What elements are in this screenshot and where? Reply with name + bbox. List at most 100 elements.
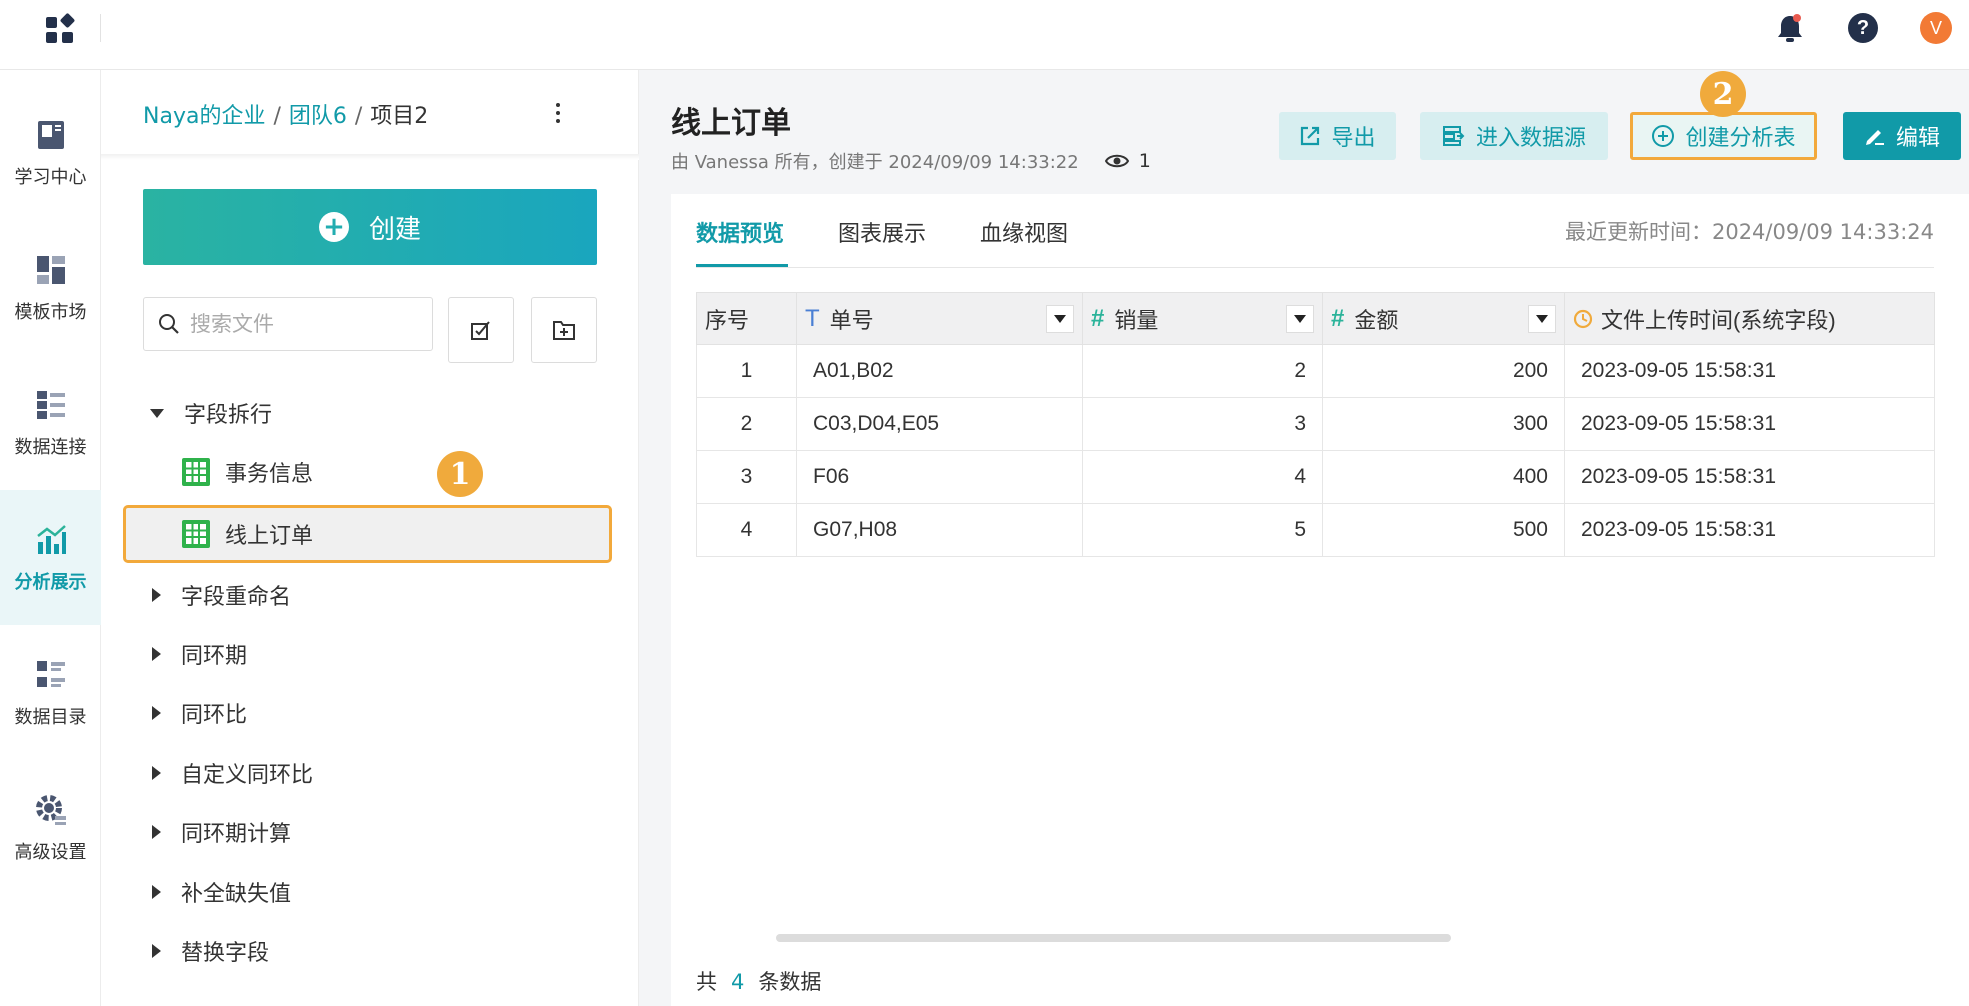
table-row: 1 A01,B02 2 200 2023-09-05 15:58:31 [696,344,1935,398]
user-avatar[interactable]: V [1919,11,1953,45]
enter-datasource-button[interactable]: 进入数据源 [1420,112,1608,160]
folder-label: 同环比 [181,703,248,728]
cell-order-no: C03,D04,E05 [796,397,1083,451]
cell-order-no: G07,H08 [796,503,1083,557]
table-row: 4 G07,H08 5 500 2023-09-05 15:58:31 [696,503,1935,557]
folder-field-rename[interactable]: 字段重命名 [143,575,291,615]
column-header-order-no: T 单号 [796,292,1083,345]
help-icon[interactable]: ? [1846,11,1880,45]
folder-add-icon [553,321,575,340]
last-update-time: 最近更新时间：2024/09/09 14:33:24 [1564,220,1934,244]
header-label: 序号 [705,307,750,333]
export-icon [1299,125,1321,147]
folder-label: 自定义同环比 [181,763,314,788]
collapse-arrow-icon [152,588,161,602]
table-header-row: 序号 T 单号 # 销量 # 金额 文件上传时间(系统字段) [696,292,1935,345]
cell-index: 1 [696,344,797,398]
cell-sales: 3 [1082,397,1323,451]
breadcrumb-org[interactable]: Naya的企业 [143,104,265,129]
record-count-suffix: 条数据 [758,970,822,994]
batch-select-button[interactable] [448,297,514,363]
table-row: 2 C03,D04,E05 3 300 2023-09-05 15:58:31 [696,397,1935,451]
header-label: 单号 [829,307,874,333]
file-panel: Naya的企业 / 团队6 / 项目2 + 创建 字段拆行 [101,70,731,1006]
tab-lineage-view[interactable]: 血缘视图 [980,216,1068,248]
page-subtitle: 由 Vanessa 所有，创建于 2024/09/09 14:33:22 1 [671,148,1151,174]
create-analysis-table-button[interactable]: 创建分析表 [1630,112,1817,160]
file-label: 事务信息 [225,462,314,487]
nav-label: 模板市场 [14,301,87,323]
nav-label: 高级设置 [14,841,87,863]
folder-replace-field[interactable]: 替换字段 [143,931,269,971]
view-count: 1 [1104,150,1151,172]
text-type-icon: T [805,304,820,332]
cell-amount: 300 [1322,397,1565,451]
cell-index: 3 [696,450,797,504]
top-divider [100,14,101,42]
folder-fill-missing[interactable]: 补全缺失值 [143,872,291,912]
nav-advanced-settings[interactable]: 高级设置 [0,760,101,895]
folder-same-period[interactable]: 同环期 [143,634,247,674]
create-button[interactable]: + 创建 [143,189,597,265]
left-nav: 学习中心 模板市场 数据连接 分析展示 数据目录 高级设置 [0,70,101,1006]
search-input[interactable] [190,312,420,336]
folder-label: 字段重命名 [181,585,292,610]
breadcrumb-team[interactable]: 团队6 [289,104,347,129]
template-icon [36,255,65,284]
header-label: 销量 [1114,307,1159,333]
clock-icon [1573,309,1593,329]
edit-button[interactable]: 编辑 [1843,112,1961,160]
column-header-sales: # 销量 [1082,292,1323,345]
folder-custom-yoy[interactable]: 自定义同环比 [143,753,313,793]
folder-yoy[interactable]: 同环比 [143,693,247,733]
breadcrumb-separator: / [273,104,281,129]
collapse-arrow-icon [152,766,161,780]
nav-data-catalog[interactable]: 数据目录 [0,625,101,760]
export-button[interactable]: 导出 [1279,112,1396,160]
file-transaction-info[interactable]: 事务信息 [181,452,313,492]
tab-chart-display[interactable]: 图表展示 [838,216,926,248]
collapse-arrow-icon [152,706,161,720]
record-count-value: 4 [731,970,745,994]
column-header-index: 序号 [696,292,797,345]
chart-icon [36,524,66,554]
header-label: 金额 [1354,307,1399,333]
app-grid-icon[interactable] [44,13,76,45]
cell-amount: 200 [1322,344,1565,398]
export-label: 导出 [1331,126,1376,151]
nav-learning-center[interactable]: 学习中心 [0,85,101,220]
cell-order-no: A01,B02 [796,344,1083,398]
horizontal-scrollbar[interactable] [776,934,1451,942]
step-badge-2: 2 [1700,71,1746,117]
notification-bell-icon[interactable] [1773,11,1807,45]
cell-sales: 2 [1082,344,1323,398]
main-content: 线上订单 由 Vanessa 所有，创建于 2024/09/09 14:33:2… [639,70,1969,1006]
nav-template-market[interactable]: 模板市场 [0,220,101,355]
file-label: 线上订单 [225,524,314,549]
table-row: 3 F06 4 400 2023-09-05 15:58:31 [696,450,1935,504]
nav-analysis-display[interactable]: 分析展示 [0,490,101,625]
new-folder-button[interactable] [531,297,597,363]
folder-period-calc[interactable]: 同环期计算 [143,812,291,852]
nav-data-connection[interactable]: 数据连接 [0,355,101,490]
column-dropdown-button[interactable] [1046,304,1074,333]
more-options-icon[interactable] [546,96,570,130]
header-label: 文件上传时间(系统字段) [1601,307,1836,333]
cell-sales: 5 [1082,503,1323,557]
plus-circle-icon [1651,124,1675,148]
expand-arrow-icon [150,408,164,418]
column-dropdown-button[interactable] [1286,304,1314,333]
column-header-amount: # 金额 [1322,292,1565,345]
folder-label: 替换字段 [181,941,270,966]
data-card: 数据预览 图表展示 血缘视图 最近更新时间：2024/09/09 14:33:2… [671,194,1969,1006]
tab-data-preview[interactable]: 数据预览 [696,216,784,248]
folder-split-rows[interactable]: 字段拆行 [143,393,272,433]
column-dropdown-button[interactable] [1528,304,1556,333]
number-type-icon: # [1091,304,1105,332]
gear-icon [35,794,66,825]
datasource-icon [1442,125,1466,147]
folder-label: 同环期 [181,644,248,669]
collapse-arrow-icon [152,647,161,661]
file-online-orders[interactable]: 线上订单 [181,514,313,554]
table-file-icon [182,520,210,548]
